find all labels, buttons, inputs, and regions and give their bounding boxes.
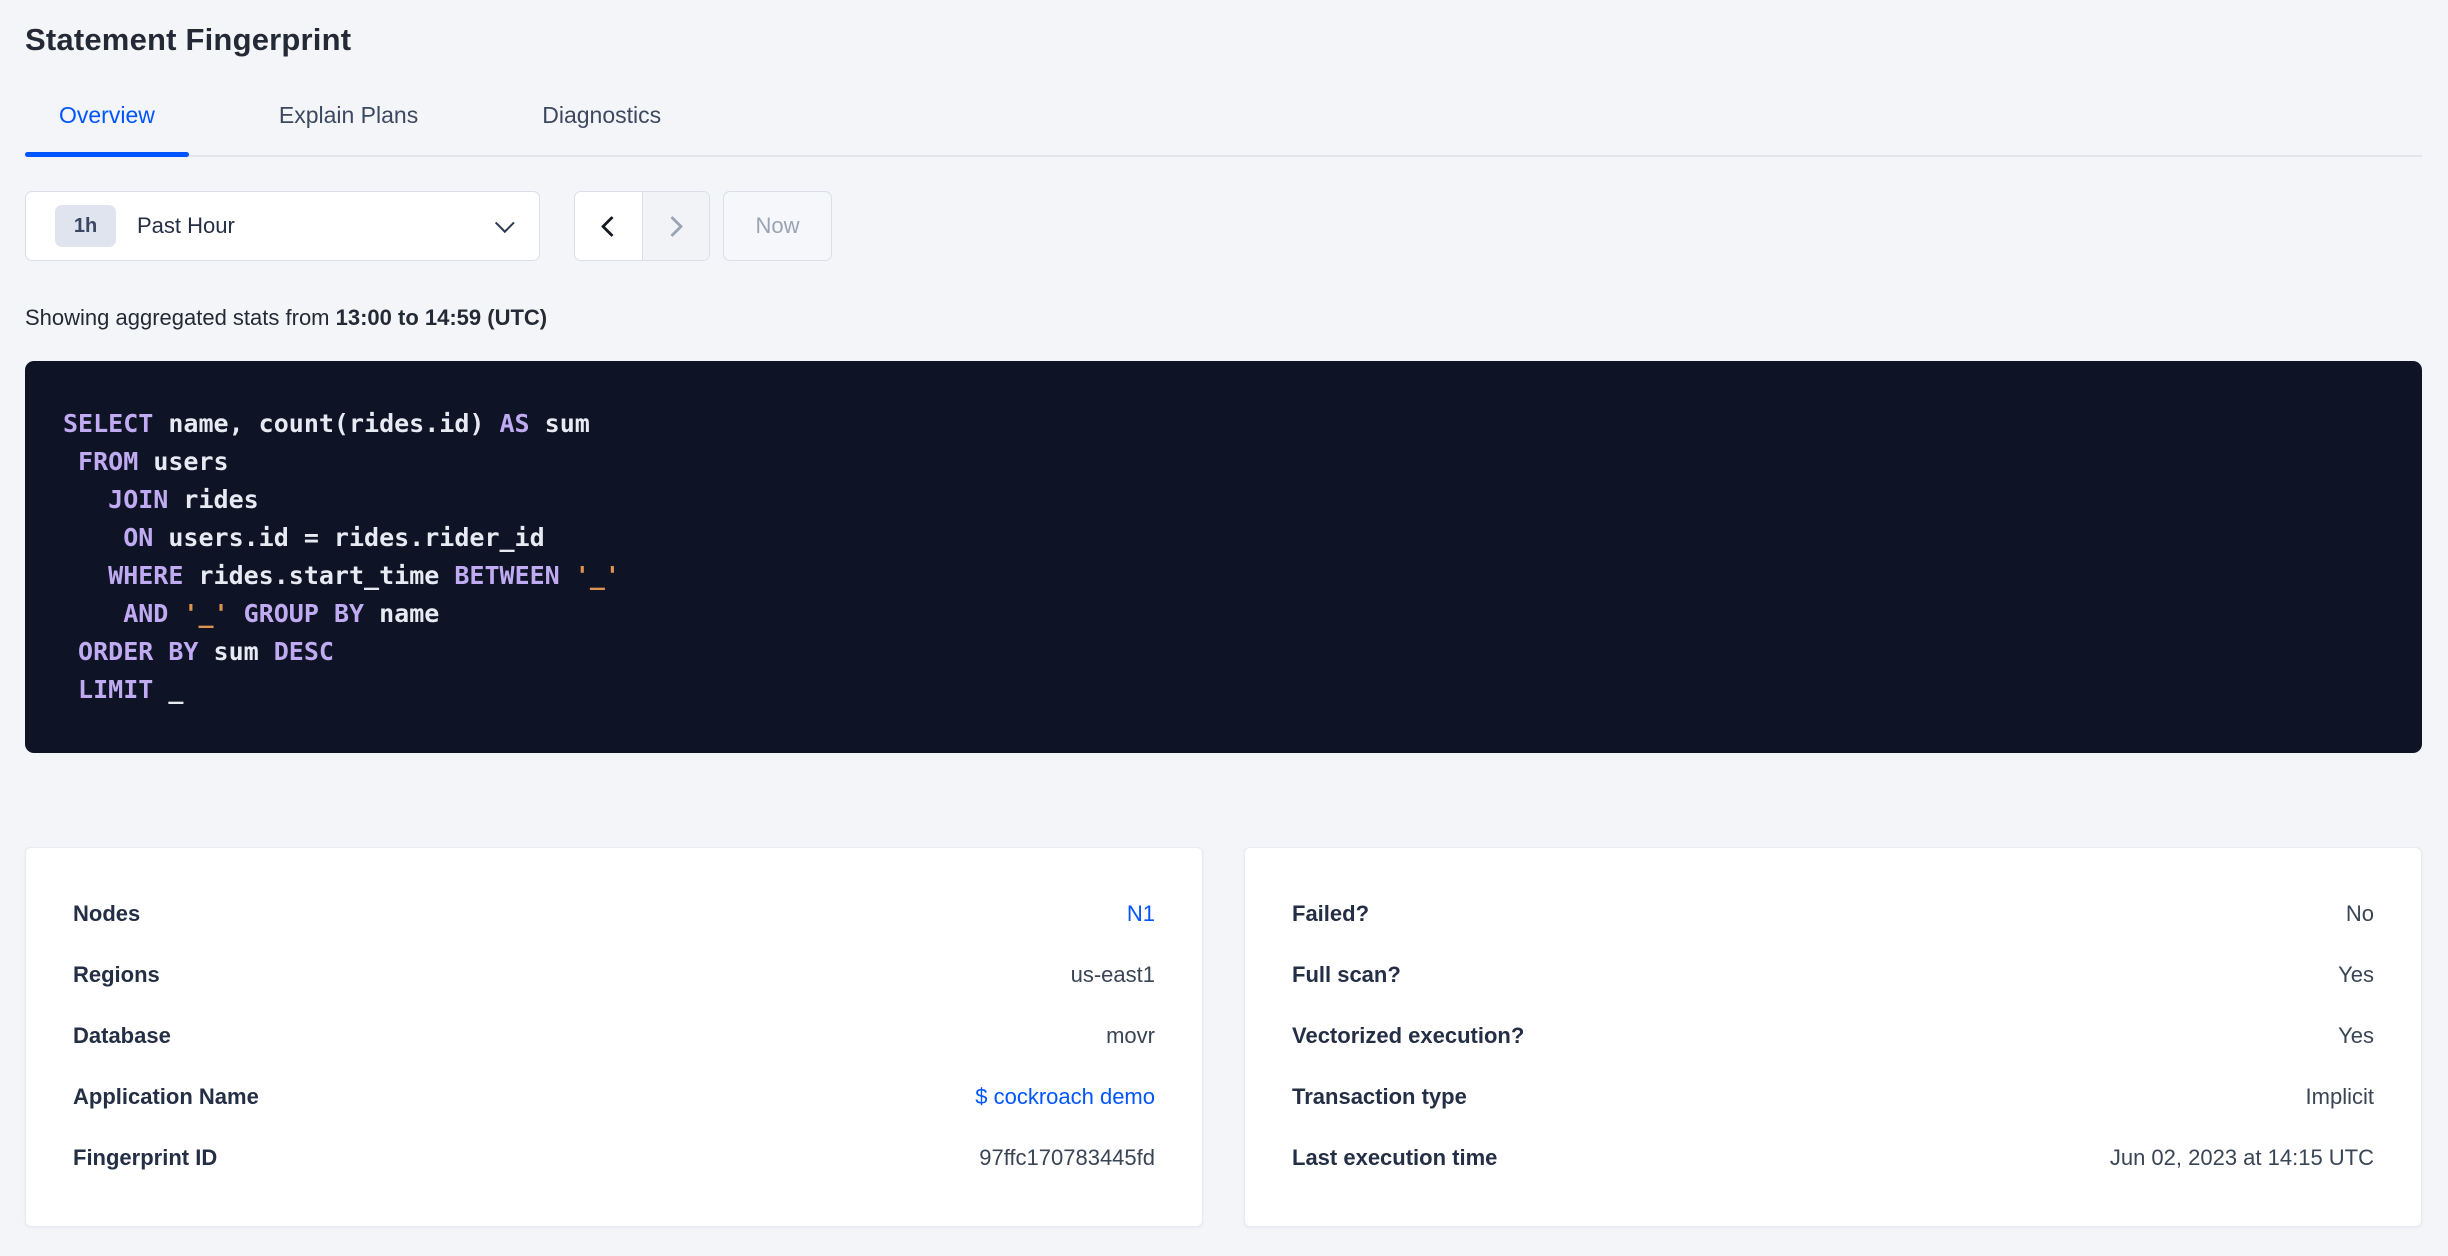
sql-token-kw: LIMIT [63, 675, 154, 704]
stats-caption-range: 13:00 to 14:59 (UTC) [335, 305, 548, 330]
sql-token-kw: SELECT [63, 409, 154, 438]
info-row-label: Last execution time [1292, 1144, 1498, 1170]
info-row-label: Regions [73, 961, 160, 987]
sql-token-kw: BETWEEN [454, 561, 560, 590]
tab-diagnostics[interactable]: Diagnostics [508, 102, 695, 155]
chevron-left-icon [600, 215, 622, 237]
info-row-fingerprint-id: Fingerprint ID 97ffc170783445fd [73, 1127, 1155, 1188]
next-interval-button-disabled[interactable] [642, 192, 709, 260]
tab-overview[interactable]: Overview [25, 102, 189, 157]
info-row-label: Nodes [73, 900, 141, 926]
info-row-transaction-type: Transaction type Implicit [1292, 1066, 2374, 1127]
sql-token-kw: AS [499, 409, 530, 438]
sql-token-pl: rides.start_time [183, 561, 455, 590]
info-row-database: Database movr [73, 1005, 1155, 1066]
time-interval-dropdown[interactable]: 1h Past Hour [25, 191, 540, 261]
info-row-last-execution-time: Last execution time Jun 02, 2023 at 14:15… [1292, 1127, 2374, 1188]
tab-explain-plans[interactable]: Explain Plans [245, 102, 452, 155]
sql-token-kw: DESC [273, 637, 334, 666]
sql-token-pl: users.id = rides.rider_id [153, 523, 545, 552]
sql-token-kw: JOIN [63, 485, 169, 514]
info-row-value: Yes [2338, 961, 2374, 987]
sql-token-kw: WHERE [63, 561, 184, 590]
info-row-label: Transaction type [1292, 1083, 1467, 1109]
sql-token-pl: sum [529, 409, 590, 438]
interval-arrow-group [574, 191, 710, 261]
sql-token-kw: AND [63, 599, 169, 628]
interval-label: Past Hour [137, 213, 235, 238]
sql-token-pl: _ [153, 675, 184, 704]
sql-token-pl: users [138, 447, 229, 476]
now-button[interactable]: Now [723, 191, 832, 261]
prev-interval-button[interactable] [575, 192, 643, 260]
chevron-right-icon [662, 215, 684, 237]
info-row-label: Vectorized execution? [1292, 1022, 1525, 1048]
sql-token-kw: ON [63, 523, 154, 552]
info-row-full-scan: Full scan? Yes [1292, 944, 2374, 1005]
time-controls: 1h Past Hour Now [25, 191, 2422, 261]
sql-token-str: '_' [183, 599, 229, 628]
info-row-label: Database [73, 1022, 171, 1048]
info-row-label: Failed? [1292, 900, 1370, 926]
link-cockroach-demo[interactable]: $ cockroach demo [975, 1084, 1155, 1110]
info-row-label: Full scan? [1292, 961, 1401, 987]
sql-token-pl: name [364, 599, 440, 628]
info-row-value: 97ffc170783445fd [979, 1144, 1155, 1170]
info-row-vectorized-execution: Vectorized execution? Yes [1292, 1005, 2374, 1066]
sql-token-str: '_' [574, 561, 620, 590]
info-row-value: us-east1 [1070, 961, 1155, 987]
info-row-application-name: Application Name $ cockroach demo [73, 1066, 1155, 1127]
tab-bar: Overview Explain Plans Diagnostics [25, 102, 2422, 157]
info-row-value: Yes [2338, 1022, 2374, 1048]
page-title: Statement Fingerprint [25, 22, 352, 57]
chevron-down-icon [494, 213, 515, 234]
sql-token-pl: sum [198, 637, 274, 666]
statement-details-card: Nodes N1 Regions us-east1 Database movr Applic… [25, 847, 1203, 1227]
sql-token-pl: name, count(rides.id) [153, 409, 500, 438]
link-n1[interactable]: N1 [1127, 901, 1155, 927]
info-row-failed: Failed? No [1292, 883, 2374, 944]
info-row-nodes: Nodes N1 [73, 883, 1155, 944]
sql-statement: SELECT name, count(rides.id) AS sum FROM… [63, 405, 2382, 709]
sql-token-pl [168, 599, 183, 628]
info-row-value: No [2345, 900, 2374, 926]
stats-caption-prefix: Showing aggregated stats from [25, 305, 336, 330]
sql-token-kw: GROUP BY [243, 599, 365, 628]
interval-badge: 1h [55, 205, 116, 247]
sql-token-kw: ORDER BY [63, 637, 199, 666]
info-row-value: Jun 02, 2023 at 14:15 UTC [2109, 1144, 2374, 1170]
stats-caption: Showing aggregated stats from 13:00 to 1… [25, 305, 2422, 331]
statement-fingerprint-page: Statement Fingerprint Overview Explain P… [0, 0, 2448, 1227]
sql-token-pl [560, 561, 575, 590]
info-cards: Nodes N1 Regions us-east1 Database movr Applic… [25, 847, 2422, 1227]
info-row-regions: Regions us-east1 [73, 944, 1155, 1005]
sql-token-pl: rides [168, 485, 259, 514]
sql-statement-box: SELECT name, count(rides.id) AS sum FROM… [25, 361, 2422, 753]
info-row-value: Implicit [2305, 1083, 2374, 1109]
execution-attributes-card: Failed? No Full scan? Yes Vectorized executi… [1244, 847, 2422, 1227]
sql-token-pl [229, 599, 244, 628]
info-row-label: Fingerprint ID [73, 1144, 218, 1170]
sql-token-kw: FROM [63, 447, 139, 476]
info-row-label: Application Name [73, 1083, 259, 1109]
info-row-value: movr [1106, 1022, 1155, 1048]
